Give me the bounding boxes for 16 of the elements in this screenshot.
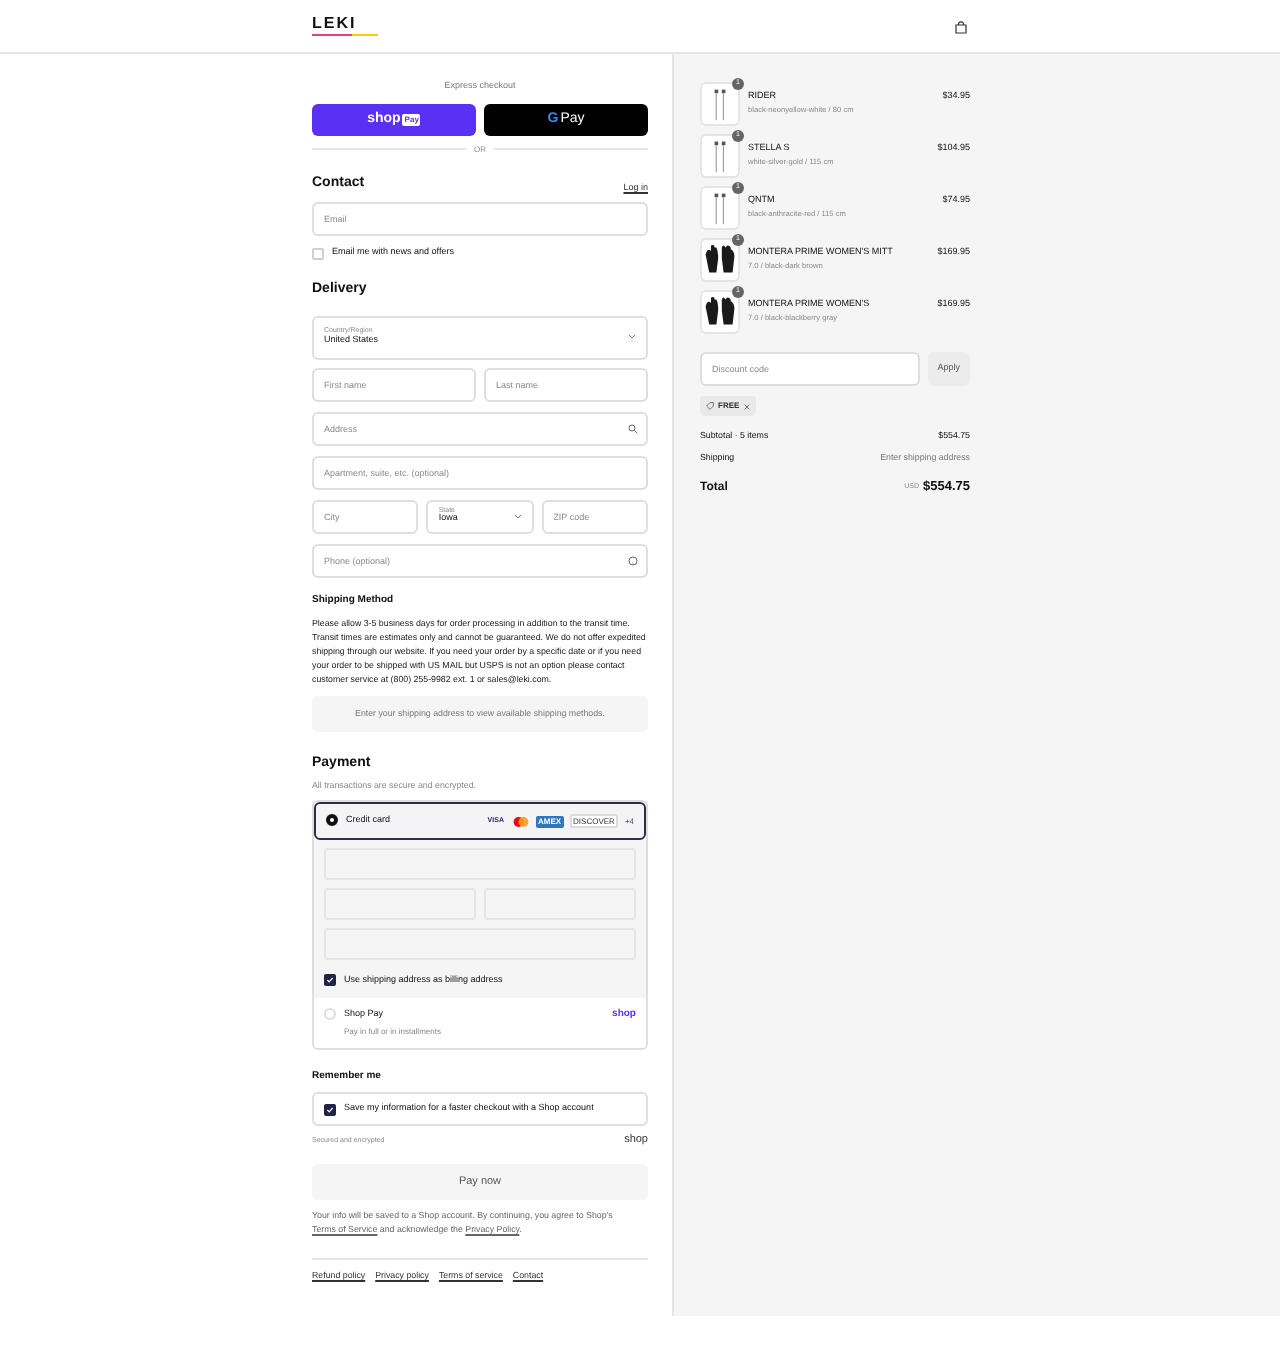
mastercard-logo <box>511 815 530 828</box>
pole-image <box>700 186 740 230</box>
pole-image <box>700 82 740 126</box>
search-icon <box>628 423 638 433</box>
close-icon[interactable] <box>743 403 750 409</box>
checkbox[interactable] <box>324 1103 336 1116</box>
tag-icon <box>706 402 714 410</box>
logo[interactable]: LEKI <box>312 15 378 37</box>
bag-icon[interactable] <box>954 19 968 33</box>
checkbox[interactable] <box>312 247 324 260</box>
help-icon[interactable] <box>628 555 638 565</box>
pole-image <box>700 134 740 178</box>
glove-image <box>700 290 740 334</box>
glove-image <box>700 238 740 282</box>
radio-button[interactable] <box>326 814 338 827</box>
checkbox[interactable] <box>324 974 336 987</box>
